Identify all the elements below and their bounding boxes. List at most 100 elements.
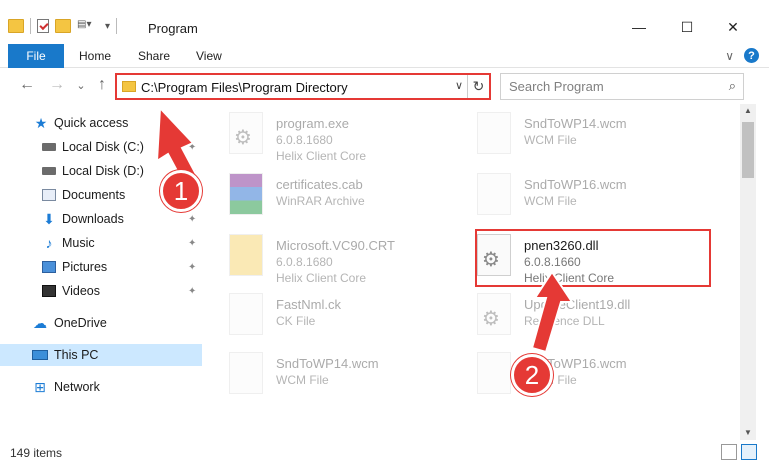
blank-file-icon bbox=[477, 112, 511, 154]
up-button[interactable]: ↑ bbox=[93, 76, 111, 94]
title-bar: ▤▾ ▾ Program — ☐ ✕ bbox=[0, 0, 769, 40]
maximize-button[interactable]: ☐ bbox=[664, 14, 710, 40]
tab-share[interactable]: Share bbox=[138, 49, 170, 63]
file-tile[interactable]: SndToWP14.wcm WCM File bbox=[463, 110, 703, 170]
sidebar-item-onedrive[interactable]: ☁ OneDrive bbox=[0, 312, 205, 334]
qat-dropdown-icon[interactable]: ▾ bbox=[105, 21, 110, 32]
file-tile[interactable]: certificates.cab WinRAR Archive bbox=[215, 171, 455, 231]
sidebar-item-label: Music bbox=[62, 236, 95, 250]
downloads-icon: ⬇ bbox=[43, 210, 55, 227]
file-type: WCM File bbox=[524, 133, 577, 147]
scroll-thumb[interactable] bbox=[742, 122, 754, 178]
sidebar-item-label: Pictures bbox=[62, 260, 108, 274]
file-type: CK File bbox=[276, 314, 316, 328]
back-button[interactable]: ← bbox=[18, 76, 36, 94]
status-bar: 149 items bbox=[0, 444, 769, 474]
onedrive-icon: ☁ bbox=[33, 314, 47, 331]
refresh-button[interactable]: ↻ bbox=[467, 75, 489, 98]
file-name: UpdateClient19.dll bbox=[524, 297, 631, 312]
scroll-up-icon[interactable]: ▲ bbox=[740, 104, 756, 118]
tab-view[interactable]: View bbox=[196, 49, 222, 63]
minimize-button[interactable]: — bbox=[616, 14, 662, 40]
file-name: SndToWP16.wcm bbox=[524, 177, 627, 192]
tab-home[interactable]: Home bbox=[79, 49, 111, 63]
details-view-icon[interactable] bbox=[721, 444, 737, 460]
folder-icon bbox=[122, 81, 136, 92]
forward-button[interactable]: → bbox=[48, 76, 66, 94]
sidebar-item-label: This PC bbox=[54, 348, 99, 362]
pin-icon: ✦ bbox=[188, 285, 197, 297]
search-box[interactable]: ⌕ bbox=[500, 73, 744, 100]
documents-icon bbox=[42, 189, 56, 201]
exe-file-icon bbox=[229, 112, 263, 154]
sidebar-item-label: Documents bbox=[62, 188, 126, 202]
pin-icon: ✦ bbox=[188, 141, 197, 153]
new-folder-icon[interactable] bbox=[55, 19, 71, 33]
sidebar-item-label: OneDrive bbox=[54, 316, 107, 330]
dll-file-icon bbox=[477, 293, 511, 335]
sidebar-item-quick-access[interactable]: ★ Quick access bbox=[0, 112, 205, 134]
file-name: program.exe bbox=[276, 116, 349, 131]
tab-file[interactable]: File bbox=[8, 44, 64, 68]
disk-icon bbox=[42, 167, 56, 175]
file-tile[interactable]: UpdateClient19.dll Reference DLL bbox=[463, 291, 703, 351]
ribbon-tabs: File Home Share View ∨ ? bbox=[0, 44, 769, 68]
properties-icon[interactable] bbox=[37, 19, 49, 33]
sidebar-item-music[interactable]: ♪ Music ✦ bbox=[0, 232, 205, 254]
sidebar-item-network[interactable]: ⊞ Network bbox=[0, 376, 205, 398]
file-version: 6.0.8.1680 bbox=[276, 255, 333, 269]
address-bar[interactable]: C:\Program Files\Program Directory ∨ ↻ bbox=[115, 73, 491, 100]
sidebar-item-downloads[interactable]: ⬇ Downloads ✦ bbox=[0, 208, 205, 230]
file-name: SndToWP14.wcm bbox=[276, 356, 379, 371]
sidebar-item-label: Local Disk (C:) bbox=[62, 140, 144, 154]
item-count: 149 items bbox=[10, 446, 63, 460]
navigation-bar: ← → ⌄ ↑ C:\Program Files\Program Directo… bbox=[0, 70, 769, 102]
sidebar-item-local-disk-c[interactable]: Local Disk (C:) ✦ bbox=[0, 136, 205, 158]
file-tile[interactable]: Microsoft.VC90.CRT 6.0.8.1680 Helix Clie… bbox=[215, 232, 455, 292]
file-type: Reference DLL bbox=[524, 314, 605, 328]
blank-file-icon bbox=[477, 173, 511, 215]
close-button[interactable]: ✕ bbox=[710, 14, 756, 40]
file-tile[interactable]: SndToWP16.wcm WCM File bbox=[463, 171, 703, 231]
vertical-scrollbar[interactable]: ▲ ▼ bbox=[740, 104, 756, 440]
videos-icon bbox=[42, 285, 56, 297]
pc-icon bbox=[32, 350, 48, 360]
blank-file-icon bbox=[477, 352, 511, 394]
file-description: Helix Client Core bbox=[276, 149, 367, 163]
recent-locations-button[interactable]: ⌄ bbox=[72, 76, 90, 94]
address-path[interactable]: C:\Program Files\Program Directory bbox=[141, 80, 348, 95]
file-version: 6.0.8.1680 bbox=[276, 133, 333, 147]
pin-icon: ✦ bbox=[188, 261, 197, 273]
collapse-ribbon-icon[interactable]: ∨ bbox=[725, 49, 734, 63]
quick-access-toolbar: ▤▾ ▾ bbox=[8, 18, 118, 34]
music-icon: ♪ bbox=[45, 235, 53, 251]
pictures-icon bbox=[42, 261, 56, 273]
sidebar-item-pictures[interactable]: Pictures ✦ bbox=[0, 256, 205, 278]
help-icon[interactable]: ? bbox=[744, 48, 759, 63]
file-tile[interactable]: program.exe 6.0.8.1680 Helix Client Core bbox=[215, 110, 455, 170]
file-description: Helix Client Core bbox=[276, 271, 367, 285]
blank-file-icon bbox=[229, 293, 263, 335]
sidebar-item-videos[interactable]: Videos ✦ bbox=[0, 280, 205, 302]
address-dropdown-icon[interactable]: ∨ bbox=[455, 79, 463, 92]
file-tile[interactable]: SndToWP16.wcm WCM File bbox=[463, 350, 703, 410]
scroll-down-icon[interactable]: ▼ bbox=[740, 426, 756, 440]
file-tile[interactable]: SndToWP14.wcm WCM File bbox=[215, 350, 455, 410]
sidebar-item-label: Downloads bbox=[62, 212, 124, 226]
folder-icon bbox=[8, 19, 24, 33]
file-type: WCM File bbox=[276, 373, 329, 387]
search-input[interactable] bbox=[509, 78, 709, 95]
file-name: Microsoft.VC90.CRT bbox=[276, 238, 395, 253]
sidebar-item-this-pc[interactable]: This PC bbox=[0, 344, 202, 366]
sidebar-item-label: Videos bbox=[62, 284, 100, 298]
disk-icon bbox=[42, 143, 56, 151]
pin-icon: ✦ bbox=[188, 237, 197, 249]
sidebar-item-label: Network bbox=[54, 380, 100, 394]
tiles-view-icon[interactable] bbox=[741, 444, 757, 460]
search-icon[interactable]: ⌕ bbox=[729, 78, 736, 94]
file-type: WinRAR Archive bbox=[276, 194, 365, 208]
customize-toolbar-icon[interactable]: ▤▾ bbox=[77, 19, 99, 33]
file-tile[interactable]: FastNml.ck CK File bbox=[215, 291, 455, 351]
archive-file-icon bbox=[229, 173, 263, 215]
file-name: FastNml.ck bbox=[276, 297, 341, 312]
